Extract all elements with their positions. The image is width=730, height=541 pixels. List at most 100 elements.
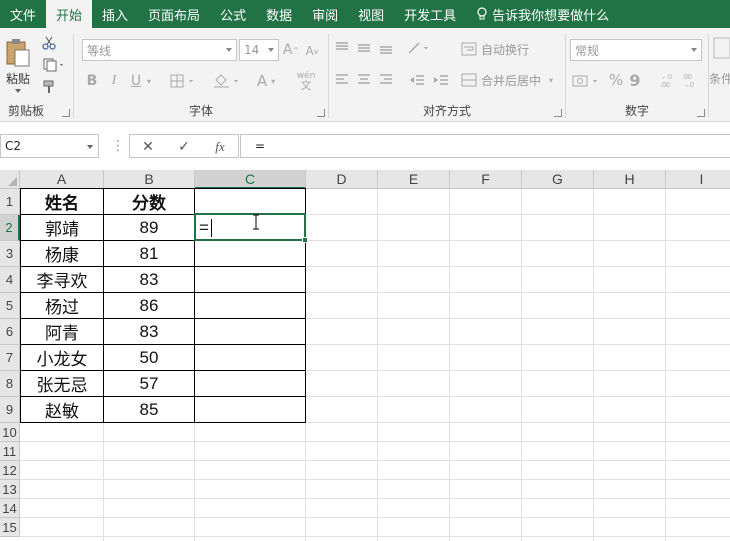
align-right-button[interactable] xyxy=(377,72,395,88)
cell-b4[interactable]: 83 xyxy=(104,267,194,292)
orientation-button[interactable] xyxy=(405,40,435,56)
increase-indent-button[interactable] xyxy=(431,72,451,88)
cell-b7[interactable]: 50 xyxy=(104,345,194,370)
row-header-1[interactable]: 1 xyxy=(0,189,20,215)
row-header-14[interactable]: 14 xyxy=(0,499,20,518)
cell-b2[interactable]: 89 xyxy=(104,215,194,240)
accounting-format-button[interactable] xyxy=(570,72,604,90)
row-header-12[interactable]: 12 xyxy=(0,461,20,480)
paste-button[interactable]: 粘贴 xyxy=(3,34,33,96)
decrease-indent-button[interactable] xyxy=(407,72,427,88)
top-align-button[interactable] xyxy=(333,40,351,56)
cell-a3[interactable]: 杨康 xyxy=(21,241,103,266)
row-header-9[interactable]: 9 xyxy=(0,397,20,423)
increase-decimal-button[interactable]: ←0.00 xyxy=(658,70,676,92)
row-header-5[interactable]: 5 xyxy=(0,293,20,319)
formula-bar-splitter[interactable]: ⋮ xyxy=(111,138,125,154)
row-header-10[interactable]: 10 xyxy=(0,423,20,442)
row-header-4[interactable]: 4 xyxy=(0,267,20,293)
tab-review[interactable]: 审阅 xyxy=(302,0,348,28)
row-header-15[interactable]: 15 xyxy=(0,518,20,537)
column-header-f[interactable]: F xyxy=(450,170,522,189)
cell-a6[interactable]: 阿青 xyxy=(21,319,103,344)
column-header-e[interactable]: E xyxy=(378,170,450,189)
tab-data[interactable]: 数据 xyxy=(256,0,302,28)
italic-button[interactable]: I xyxy=(106,70,122,92)
alignment-launcher-icon[interactable] xyxy=(554,109,562,117)
borders-button[interactable] xyxy=(169,71,197,91)
middle-align-button[interactable] xyxy=(355,40,373,56)
cell-b6[interactable]: 83 xyxy=(104,319,194,344)
copy-button[interactable] xyxy=(40,56,68,74)
fill-handle[interactable] xyxy=(302,237,308,243)
tab-home[interactable]: 开始 xyxy=(46,0,93,28)
insert-function-icon[interactable]: fx xyxy=(209,138,231,156)
row-header-11[interactable]: 11 xyxy=(0,442,20,461)
cell-a9[interactable]: 赵敏 xyxy=(21,397,103,422)
tab-developer[interactable]: 开发工具 xyxy=(394,0,466,28)
percent-button[interactable]: % xyxy=(608,70,624,90)
tab-page-layout[interactable]: 页面布局 xyxy=(138,0,210,28)
align-left-button[interactable] xyxy=(333,72,351,88)
shrink-font-button[interactable]: Av xyxy=(303,42,321,60)
row-header-7[interactable]: 7 xyxy=(0,345,20,371)
column-header-b[interactable]: B xyxy=(104,170,195,189)
row-header-13[interactable]: 13 xyxy=(0,480,20,499)
grow-font-button[interactable]: A ^ xyxy=(282,41,300,59)
cell-a4[interactable]: 李寻欢 xyxy=(21,267,103,292)
conditional-formatting-button[interactable]: 条件 xyxy=(709,36,730,96)
name-box[interactable]: C2 xyxy=(0,134,99,158)
cell-c2-editor[interactable]: = xyxy=(199,218,212,238)
cell-a2[interactable]: 郭靖 xyxy=(21,215,103,240)
cut-button[interactable] xyxy=(40,34,58,52)
enter-icon[interactable]: ✓ xyxy=(173,138,195,156)
column-header-d[interactable]: D xyxy=(306,170,378,189)
merge-center-button[interactable]: 合并后居中 ▾ xyxy=(461,70,561,90)
cancel-icon[interactable]: ✕ xyxy=(137,138,159,156)
row-header-8[interactable]: 8 xyxy=(0,371,20,397)
bold-button[interactable]: B xyxy=(84,70,100,92)
column-header-a[interactable]: A xyxy=(20,170,104,189)
column-header-h[interactable]: H xyxy=(594,170,666,189)
column-header-c[interactable]: C xyxy=(195,170,306,189)
cell-b1[interactable]: 分数 xyxy=(104,189,194,214)
tab-file[interactable]: 文件 xyxy=(0,0,46,28)
format-painter-button[interactable] xyxy=(40,78,58,96)
select-all-button[interactable] xyxy=(0,170,20,189)
cell-b5[interactable]: 86 xyxy=(104,293,194,318)
row-header-6[interactable]: 6 xyxy=(0,319,20,345)
tab-insert[interactable]: 插入 xyxy=(92,0,138,28)
decrease-decimal-button[interactable]: .00 →0 xyxy=(680,70,698,92)
worksheet-grid[interactable]: A B C D E F G H I 1 2 3 4 5 6 7 8 9 10 1… xyxy=(0,170,730,541)
cell-a7[interactable]: 小龙女 xyxy=(21,345,103,370)
cell-b9[interactable]: 85 xyxy=(104,397,194,422)
tab-view[interactable]: 视图 xyxy=(348,0,394,28)
fill-color-button[interactable] xyxy=(212,71,242,91)
tell-me-search[interactable]: 告诉我你想要做什么 xyxy=(466,0,619,28)
comma-style-button[interactable]: 9 xyxy=(628,70,642,90)
tab-formulas[interactable]: 公式 xyxy=(210,0,256,28)
number-launcher-icon[interactable] xyxy=(697,109,705,117)
phonetic-guide-button[interactable]: wén 文 xyxy=(288,68,324,94)
cell-a1[interactable]: 姓名 xyxy=(21,189,103,214)
underline-dropdown-icon[interactable]: ▾ xyxy=(145,74,153,88)
underline-button[interactable]: U xyxy=(128,70,144,92)
clipboard-launcher-icon[interactable] xyxy=(62,109,70,117)
row-header-2[interactable]: 2 xyxy=(0,215,20,241)
formula-input[interactable]: = xyxy=(240,134,730,158)
align-center-button[interactable] xyxy=(355,72,373,88)
cell-a8[interactable]: 张无忌 xyxy=(21,371,103,396)
bottom-align-button[interactable] xyxy=(377,40,395,56)
column-header-g[interactable]: G xyxy=(522,170,594,189)
wrap-text-button[interactable]: 自动换行 xyxy=(461,39,541,59)
font-size-dropdown[interactable]: 14 xyxy=(239,39,279,61)
cell-b3[interactable]: 81 xyxy=(104,241,194,266)
cell-a5[interactable]: 杨过 xyxy=(21,293,103,318)
number-format-dropdown[interactable]: 常规 xyxy=(570,39,702,61)
cell-b8[interactable]: 57 xyxy=(104,371,194,396)
font-launcher-icon[interactable] xyxy=(317,109,325,117)
font-name-dropdown[interactable]: 等线 xyxy=(82,39,237,61)
row-header-3[interactable]: 3 xyxy=(0,241,20,267)
font-color-button[interactable]: A ▾ xyxy=(251,71,281,91)
column-header-i[interactable]: I xyxy=(666,170,730,189)
